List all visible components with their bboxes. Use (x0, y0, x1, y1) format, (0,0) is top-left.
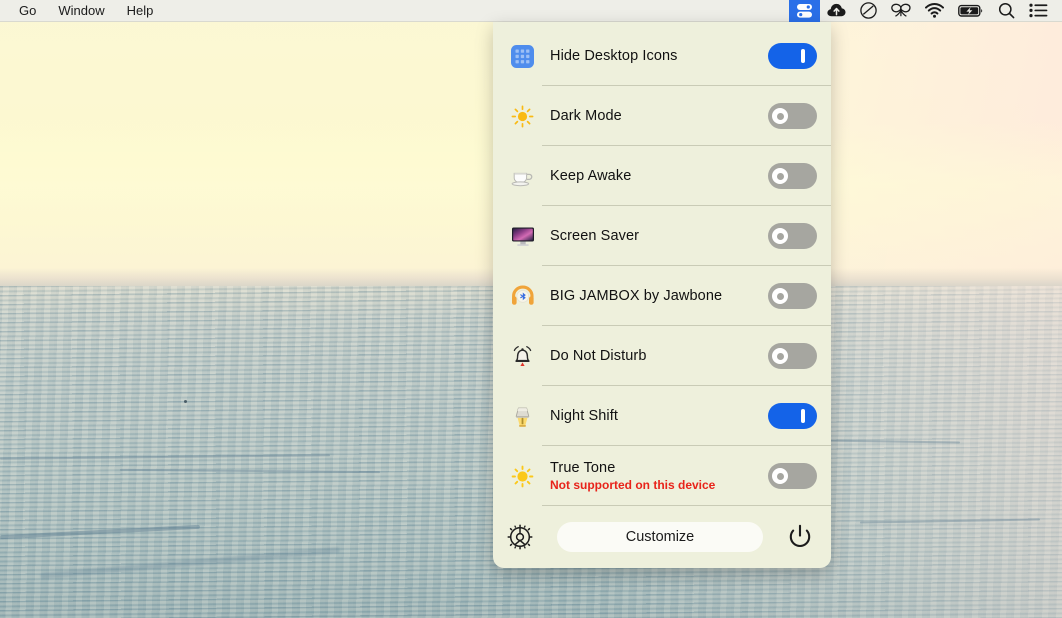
toggle-knob (772, 228, 788, 244)
panel-row-label: Night Shift (550, 408, 618, 424)
panel-row-true-tone[interactable]: True Tone Not supported on this device (493, 446, 831, 506)
panel-row-label: Do Not Disturb (550, 348, 647, 364)
toggle-hide-desktop-icons[interactable] (768, 43, 817, 69)
cloud-upload-icon[interactable] (820, 0, 853, 22)
butterfly-icon[interactable] (884, 0, 918, 22)
desktop: Go Window Help Hide Desktop Icons Dark M… (0, 0, 1062, 618)
toggle-dark-mode[interactable] (768, 103, 817, 129)
toggle-knob (772, 468, 788, 484)
panel-row-night-shift[interactable]: Night Shift (493, 386, 831, 446)
wifi-icon[interactable] (918, 0, 951, 22)
menu-item-help[interactable]: Help (116, 2, 165, 20)
panel-row-toggle-wrap (768, 283, 831, 309)
battery-charging-icon[interactable] (951, 0, 991, 22)
panel-row-dark-mode[interactable]: Dark Mode (493, 86, 831, 146)
panel-row-label: True Tone (550, 460, 616, 476)
customize-button[interactable]: Customize (557, 522, 763, 552)
sun-bright-icon (503, 465, 542, 488)
panel-row-label: BIG JAMBOX by Jawbone (550, 288, 723, 304)
toggle-screen-saver[interactable] (768, 223, 817, 249)
toggle-knob (772, 168, 788, 184)
one-switch-icon[interactable] (789, 0, 820, 22)
panel-row-text: Dark Mode (542, 107, 768, 125)
power-icon (789, 524, 811, 547)
toggle-knob (801, 409, 805, 423)
menu-item-go[interactable]: Go (8, 2, 47, 20)
menu-bar: Go Window Help (0, 0, 1062, 22)
toggle-night-shift[interactable] (768, 403, 817, 429)
one-switch-dropdown-panel: Hide Desktop Icons Dark Mode Keep Awake … (493, 22, 831, 568)
menu-bar-left: Go Window Help (0, 2, 164, 20)
panel-row-text: Screen Saver (542, 227, 768, 245)
panel-row-text: Night Shift (542, 407, 768, 425)
panel-row-text: True Tone Not supported on this device (542, 459, 768, 493)
control-center-icon[interactable] (1022, 0, 1055, 22)
panel-row-toggle-wrap (768, 463, 831, 489)
toggle-keep-awake[interactable] (768, 163, 817, 189)
headphones-bluetooth-icon (503, 285, 542, 307)
panel-row-toggle-wrap (768, 103, 831, 129)
settings-button[interactable] (507, 524, 533, 550)
toggle-knob (772, 348, 788, 364)
menu-item-window[interactable]: Window (47, 2, 115, 20)
toggle-true-tone[interactable] (768, 463, 817, 489)
toggle-knob (801, 49, 805, 63)
panel-row-toggle-wrap (768, 403, 831, 429)
panel-row-toggle-wrap (768, 43, 831, 69)
wallpaper-speck (184, 400, 187, 403)
lamp-icon (503, 405, 542, 428)
monitor-icon (503, 226, 542, 247)
panel-row-text: Do Not Disturb (542, 347, 768, 365)
panel-row-text: Hide Desktop Icons (542, 47, 768, 65)
panel-row-label: Dark Mode (550, 108, 622, 124)
panel-row-keep-awake[interactable]: Keep Awake (493, 146, 831, 206)
panel-row-big-jambox[interactable]: BIG JAMBOX by Jawbone (493, 266, 831, 326)
sun-icon (503, 105, 542, 128)
desktop-grid-icon (503, 44, 542, 68)
panel-footer: Customize (493, 506, 831, 568)
panel-row-text: Keep Awake (542, 167, 768, 185)
spotlight-search-icon[interactable] (991, 0, 1022, 22)
bell-icon (503, 345, 542, 368)
toggle-do-not-disturb[interactable] (768, 343, 817, 369)
panel-row-hide-desktop-icons[interactable]: Hide Desktop Icons (493, 26, 831, 86)
panel-row-toggle-wrap (768, 343, 831, 369)
panel-row-label: Keep Awake (550, 168, 632, 184)
panel-row-screen-saver[interactable]: Screen Saver (493, 206, 831, 266)
menu-bar-status-items (789, 0, 1062, 22)
coffee-cup-icon (503, 165, 542, 187)
toggle-knob (772, 288, 788, 304)
dropbox-circle-icon[interactable] (853, 0, 884, 22)
panel-row-text: BIG JAMBOX by Jawbone (542, 287, 768, 305)
panel-row-toggle-wrap (768, 223, 831, 249)
power-button[interactable] (787, 524, 813, 550)
toggle-knob (772, 108, 788, 124)
gear-icon (507, 524, 533, 550)
panel-row-toggle-wrap (768, 163, 831, 189)
panel-row-sublabel-warning: Not supported on this device (550, 478, 716, 492)
toggle-big-jambox[interactable] (768, 283, 817, 309)
panel-row-label: Screen Saver (550, 228, 640, 244)
panel-row-label: Hide Desktop Icons (550, 48, 678, 64)
panel-row-do-not-disturb[interactable]: Do Not Disturb (493, 326, 831, 386)
